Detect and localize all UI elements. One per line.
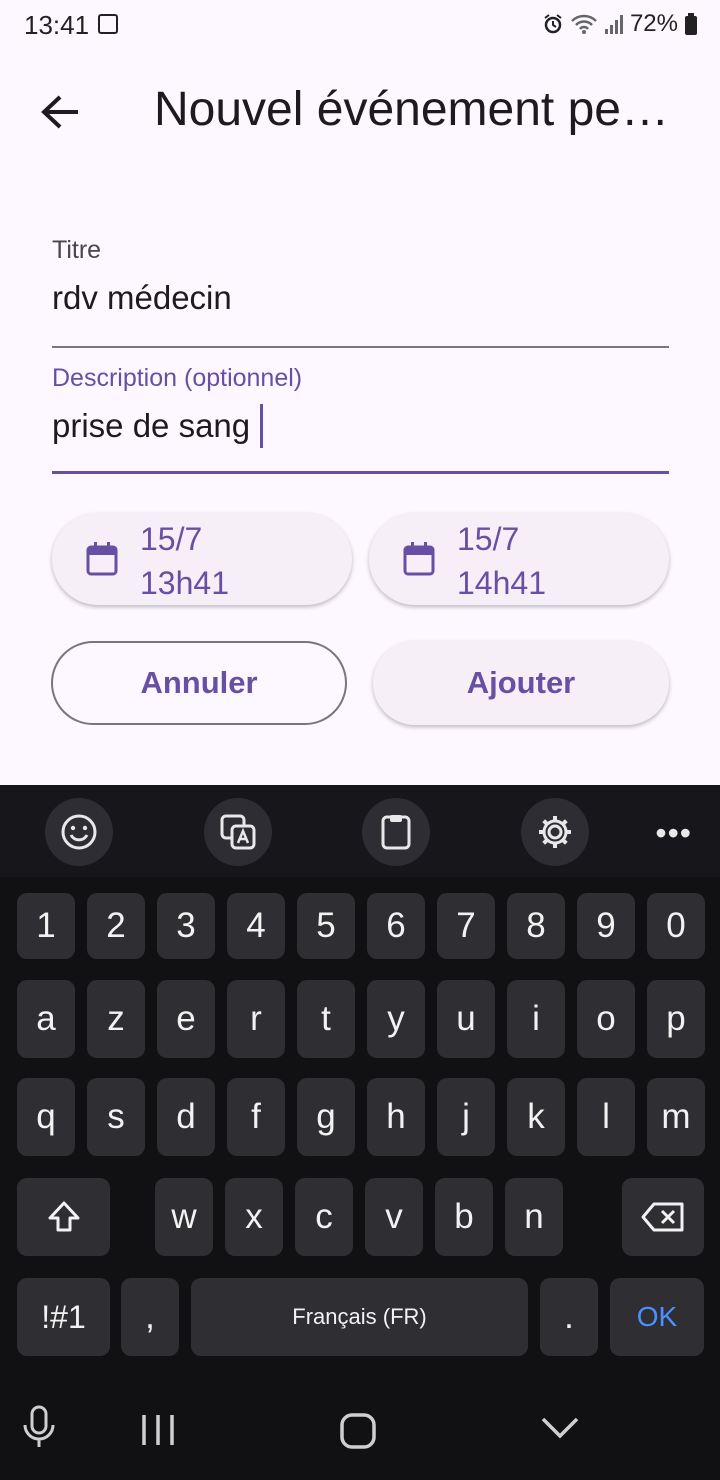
key-8[interactable]: 8 bbox=[507, 893, 565, 959]
page-title: Nouvel événement pe… bbox=[154, 83, 669, 136]
key-y[interactable]: y bbox=[367, 980, 425, 1058]
voice-input-button[interactable] bbox=[20, 1405, 58, 1454]
key-c[interactable]: c bbox=[295, 1178, 353, 1256]
key-4[interactable]: 4 bbox=[227, 893, 285, 959]
recents-icon bbox=[142, 1415, 174, 1445]
key-k[interactable]: k bbox=[507, 1078, 565, 1156]
title-label: Titre bbox=[52, 236, 102, 264]
key-r[interactable]: r bbox=[227, 980, 285, 1058]
key-3[interactable]: 3 bbox=[157, 893, 215, 959]
key-d[interactable]: d bbox=[157, 1078, 215, 1156]
home-button[interactable] bbox=[340, 1413, 376, 1454]
key-p[interactable]: p bbox=[647, 980, 705, 1058]
recent-apps-button[interactable] bbox=[138, 1413, 178, 1452]
title-value: rdv médecin bbox=[52, 279, 232, 316]
chevron-down-icon bbox=[541, 1417, 579, 1439]
key-f[interactable]: f bbox=[227, 1078, 285, 1156]
description-label: Description (optionnel) bbox=[52, 364, 303, 392]
end-date: 15/7 bbox=[457, 521, 520, 557]
key-ok[interactable]: OK bbox=[610, 1278, 704, 1356]
backspace-icon bbox=[641, 1202, 684, 1232]
status-bar: 13:41 72% bbox=[0, 0, 720, 52]
clipboard-icon bbox=[381, 815, 411, 850]
key-w[interactable]: w bbox=[155, 1178, 213, 1256]
translate-button[interactable] bbox=[204, 798, 272, 866]
navigation-bar bbox=[0, 1375, 720, 1480]
microphone-icon bbox=[23, 1405, 55, 1447]
key-9[interactable]: 9 bbox=[577, 893, 635, 959]
key-s[interactable]: s bbox=[87, 1078, 145, 1156]
calendar-icon bbox=[86, 542, 118, 576]
gear-icon bbox=[539, 816, 571, 848]
key-5[interactable]: 5 bbox=[297, 893, 355, 959]
add-button[interactable]: Ajouter bbox=[373, 641, 669, 725]
key-6[interactable]: 6 bbox=[367, 893, 425, 959]
signal-icon bbox=[604, 15, 623, 34]
start-time: 13h41 bbox=[140, 565, 229, 601]
translate-icon bbox=[220, 814, 256, 850]
wifi-icon bbox=[571, 14, 597, 34]
key-e[interactable]: e bbox=[157, 980, 215, 1058]
start-date: 15/7 bbox=[140, 521, 203, 557]
title-underline bbox=[52, 346, 669, 348]
key-g[interactable]: g bbox=[297, 1078, 355, 1156]
key-h[interactable]: h bbox=[367, 1078, 425, 1156]
cancel-button[interactable]: Annuler bbox=[51, 641, 347, 725]
key-o[interactable]: o bbox=[577, 980, 635, 1058]
key-period[interactable]: . bbox=[540, 1278, 598, 1356]
title-input[interactable]: rdv médecin bbox=[52, 275, 669, 321]
keyboard-toolbar: ••• bbox=[0, 785, 720, 877]
description-value: prise de sang bbox=[52, 407, 251, 444]
title-field[interactable]: Titre rdv médecin bbox=[52, 236, 669, 348]
shift-icon bbox=[48, 1201, 79, 1232]
calendar-icon bbox=[403, 542, 435, 576]
key-j[interactable]: j bbox=[437, 1078, 495, 1156]
key-b[interactable]: b bbox=[435, 1178, 493, 1256]
key-0[interactable]: 0 bbox=[647, 893, 705, 959]
description-underline bbox=[52, 471, 669, 474]
battery-percent: 72% bbox=[629, 10, 678, 37]
start-date-button[interactable]: 15/7 13h41 bbox=[52, 513, 352, 605]
end-time: 14h41 bbox=[457, 565, 546, 601]
description-input[interactable]: prise de sang bbox=[52, 403, 669, 449]
status-icons: 72% bbox=[542, 10, 698, 38]
emoji-icon bbox=[61, 814, 97, 850]
hide-keyboard-button[interactable] bbox=[540, 1415, 580, 1446]
key-v[interactable]: v bbox=[365, 1178, 423, 1256]
key-space[interactable]: Français (FR) bbox=[191, 1278, 528, 1356]
more-options-button[interactable]: ••• bbox=[655, 815, 692, 852]
key-7[interactable]: 7 bbox=[437, 893, 495, 959]
alarm-icon bbox=[544, 14, 562, 34]
arrow-back-icon bbox=[41, 95, 78, 129]
description-field[interactable]: Description (optionnel) prise de sang bbox=[52, 364, 669, 474]
key-m[interactable]: m bbox=[647, 1078, 705, 1156]
key-comma[interactable]: , bbox=[121, 1278, 179, 1356]
back-button[interactable] bbox=[28, 86, 92, 138]
key-backspace[interactable] bbox=[622, 1178, 704, 1256]
key-1[interactable]: 1 bbox=[17, 893, 75, 959]
key-n[interactable]: n bbox=[505, 1178, 563, 1256]
app-bar: Nouvel événement pe… bbox=[0, 60, 720, 164]
status-time: 13:41 bbox=[24, 10, 90, 40]
key-l[interactable]: l bbox=[577, 1078, 635, 1156]
key-t[interactable]: t bbox=[297, 980, 355, 1058]
key-shift[interactable] bbox=[17, 1178, 110, 1256]
battery-icon bbox=[685, 13, 697, 35]
key-z[interactable]: z bbox=[87, 980, 145, 1058]
key-u[interactable]: u bbox=[437, 980, 495, 1058]
key-i[interactable]: i bbox=[507, 980, 565, 1058]
end-date-button[interactable]: 15/7 14h41 bbox=[369, 513, 669, 605]
emoji-button[interactable] bbox=[45, 798, 113, 866]
key-x[interactable]: x bbox=[225, 1178, 283, 1256]
text-cursor bbox=[260, 404, 264, 448]
key-2[interactable]: 2 bbox=[87, 893, 145, 959]
gallery-notification-icon bbox=[98, 14, 118, 34]
key-q[interactable]: q bbox=[17, 1078, 75, 1156]
home-icon bbox=[340, 1413, 376, 1449]
keyboard: ••• 1234567890 azertyuiop qsdfghjklm wxcvbn… bbox=[0, 785, 720, 1375]
clipboard-button[interactable] bbox=[362, 798, 430, 866]
keyboard-settings-button[interactable] bbox=[521, 798, 589, 866]
key-symbols[interactable]: !#1 bbox=[17, 1278, 110, 1356]
key-a[interactable]: a bbox=[17, 980, 75, 1058]
